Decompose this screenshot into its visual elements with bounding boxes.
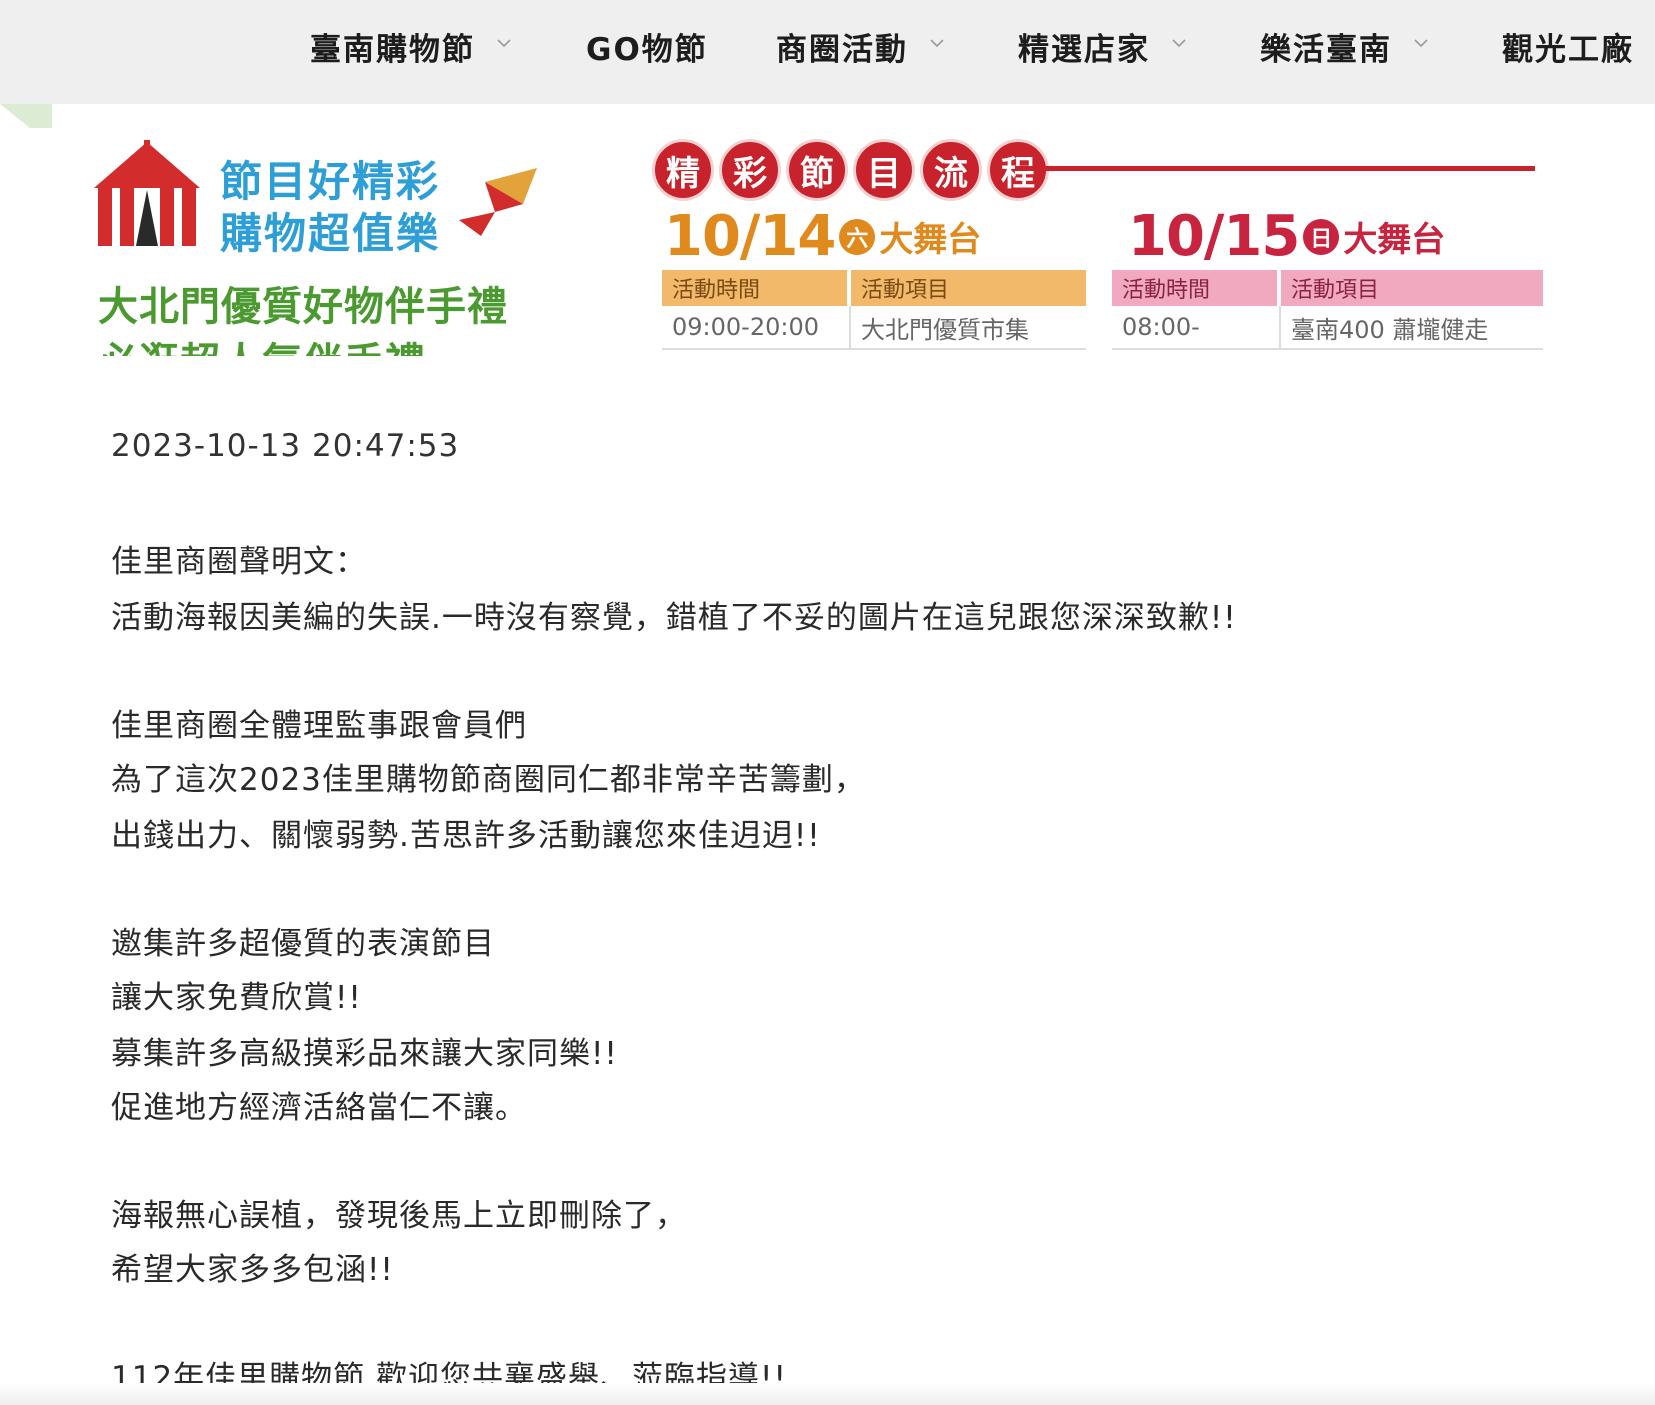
chevron-down-icon xyxy=(497,36,511,50)
schedule-item: 大北門優質市集 xyxy=(861,315,1029,344)
day-heading-2: 10/15 日 大舞台 xyxy=(1128,204,1445,269)
column-header-item: 活動項目 xyxy=(851,270,1086,306)
banner-subline-2: 必逛超人氣伴手禮 xyxy=(98,330,426,356)
nav-item-label: 樂活臺南 xyxy=(1260,31,1392,68)
article-line: 佳里商圈聲明文： xyxy=(111,544,367,580)
kite-icon xyxy=(459,168,537,236)
program-title-divider xyxy=(1015,166,1535,171)
stage-label: 大舞台 xyxy=(879,220,982,260)
article-line: 出錢出力、關懷弱勢.苦思許多活動讓您來佳迌迌!! xyxy=(111,818,821,854)
article-line: 佳里商圈全體理監事跟會員們 xyxy=(111,708,527,744)
table-row: 08:00- 臺南400 蕭壠健走 xyxy=(1112,306,1543,350)
nav-item-label: 精選店家 xyxy=(1018,31,1150,68)
nav-item-lohas-tainan[interactable]: 樂活臺南 xyxy=(1260,24,1428,68)
program-title-char: 彩 xyxy=(719,139,781,201)
program-title-char: 流 xyxy=(920,139,982,201)
article-line: 活動海報因美編的失誤.一時沒有察覺，錯植了不妥的圖片在這兒跟您深深致歉!! xyxy=(111,600,1237,636)
program-title-char: 節 xyxy=(786,139,848,201)
nav-item-label: 商圈活動 xyxy=(776,31,908,68)
event-banner-image: 節目好精彩 購物超值樂 大北門優質好物伴手禮 必逛超人氣伴手禮 精 彩 節 目 … xyxy=(0,104,1655,356)
chevron-down-icon xyxy=(1414,36,1428,50)
post-timestamp: 2023-10-13 20:47:53 xyxy=(111,428,460,464)
article-line: 海報無心誤植，發現後馬上立即刪除了， xyxy=(111,1198,687,1234)
nav-item-tainan-shopping-festival[interactable]: 臺南購物節 xyxy=(310,24,511,68)
article-line: 讓大家免費欣賞!! xyxy=(111,980,362,1016)
chevron-down-icon xyxy=(1172,36,1186,50)
schedule-item: 臺南400 蕭壠健走 xyxy=(1291,315,1489,344)
weekday-badge: 日 xyxy=(1303,218,1340,255)
program-title: 精 彩 節 目 流 程 xyxy=(652,139,1054,201)
weekday-badge: 六 xyxy=(839,218,876,255)
article-line: 為了這次2023佳里購物節商圈同仁都非常辛苦籌劃， xyxy=(111,762,866,798)
nav-item-label: GO物節 xyxy=(586,31,708,68)
table-row: 09:00-20:00 大北門優質市集 xyxy=(662,306,1086,350)
nav-item-district-events[interactable]: 商圈活動 xyxy=(776,24,944,68)
article-line: 希望大家多多包涵!! xyxy=(111,1252,394,1288)
schedule-time: 09:00-20:00 xyxy=(662,306,851,348)
article-line: 邀集許多超優質的表演節目 xyxy=(111,926,495,962)
banner-slogan-line2: 購物超值樂 xyxy=(220,209,441,258)
corner-decoration-icon xyxy=(0,104,52,128)
nav-item-label: 觀光工廠 xyxy=(1502,31,1634,68)
day-date: 10/15 xyxy=(1128,204,1300,269)
chevron-down-icon xyxy=(930,36,944,50)
column-header-item: 活動項目 xyxy=(1281,270,1543,306)
nav-item-tourism-factory[interactable]: 觀光工廠 xyxy=(1502,24,1634,68)
day-heading-1: 10/14 六 大舞台 xyxy=(664,204,981,269)
nav-item-label: 臺南購物節 xyxy=(310,31,475,68)
schedule-table-2: 活動時間 活動項目 08:00- 臺南400 蕭壠健走 xyxy=(1112,270,1543,350)
banner-subline: 大北門優質好物伴手禮 xyxy=(98,284,508,330)
day-date: 10/14 xyxy=(664,204,836,269)
article-line: 募集許多高級摸彩品來讓大家同樂!! xyxy=(111,1036,618,1072)
schedule-time: 08:00- xyxy=(1112,306,1281,348)
nav-item-go-festival[interactable]: GO物節 xyxy=(586,24,708,68)
circus-tent-icon xyxy=(94,140,200,246)
program-title-char: 精 xyxy=(652,139,714,201)
schedule-table-1: 活動時間 活動項目 09:00-20:00 大北門優質市集 xyxy=(662,270,1086,350)
program-title-char: 目 xyxy=(853,139,915,201)
article-line: 促進地方經濟活絡當仁不讓。 xyxy=(111,1090,527,1126)
column-header-time: 活動時間 xyxy=(1112,270,1277,306)
stage-label: 大舞台 xyxy=(1343,220,1446,260)
page-bottom-edge xyxy=(0,1383,1655,1405)
column-header-time: 活動時間 xyxy=(662,270,847,306)
top-navigation: 臺南購物節 GO物節 商圈活動 精選店家 樂活臺南 觀光工廠 xyxy=(0,0,1655,104)
nav-item-featured-stores[interactable]: 精選店家 xyxy=(1018,24,1186,68)
